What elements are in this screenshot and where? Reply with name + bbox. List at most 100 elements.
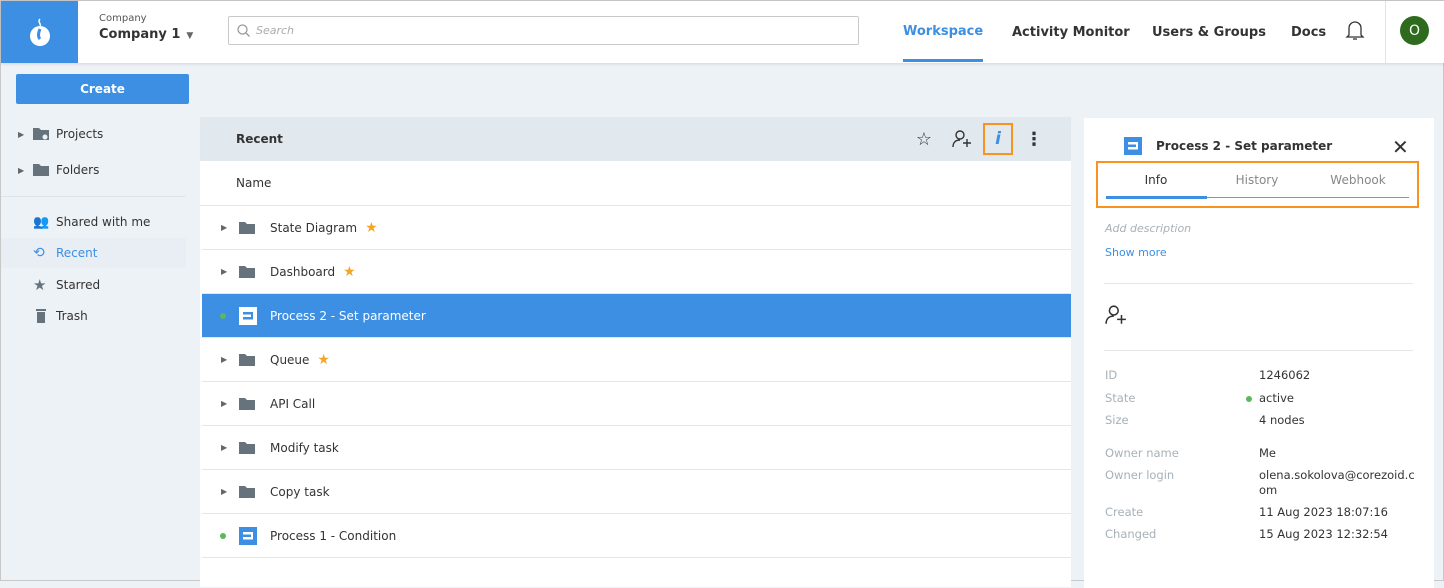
star-icon[interactable]: ★ (365, 220, 378, 236)
project-folder-icon (33, 128, 49, 140)
item-name: API Call (270, 396, 316, 411)
company-label: Company (99, 13, 147, 24)
info-panel: Process 2 - Set parameter ✕ Info History… (1084, 118, 1434, 588)
table-row[interactable]: ▶ Dashboard ★ (202, 250, 1071, 294)
divider (1, 196, 185, 197)
caret-right-icon[interactable]: ▶ (221, 443, 227, 452)
caret-right-icon[interactable]: ▶ (221, 487, 227, 496)
folder-icon (239, 265, 255, 278)
field-label: Changed (1105, 527, 1157, 541)
recent-list-panel: Recent ☆ i ⋮ Name ▶ State Diagram ★ ▶ Dashbo… (200, 117, 1071, 587)
status-dot (1246, 396, 1252, 402)
item-name: Process 1 - Condition (270, 528, 397, 543)
more-vertical-icon: ⋮ (1025, 128, 1043, 150)
caret-right-icon[interactable]: ▶ (18, 130, 24, 139)
avatar[interactable]: O (1400, 16, 1429, 45)
nav-users-groups[interactable]: Users & Groups (1152, 1, 1266, 63)
share-button[interactable] (945, 123, 979, 155)
table-row[interactable]: ▶ Queue ★ (202, 338, 1071, 382)
sidebar-item-label: Starred (56, 278, 101, 292)
sidebar-item-starred[interactable]: ★ Starred (1, 270, 186, 300)
caret-right-icon[interactable]: ▶ (221, 355, 227, 364)
divider (1385, 1, 1386, 63)
item-name: Dashboard (270, 264, 336, 279)
folder-icon (239, 441, 255, 454)
process-icon (1124, 137, 1142, 155)
nav-workspace[interactable]: Workspace (903, 1, 984, 62)
table-row[interactable]: Process 1 - Condition (202, 514, 1071, 558)
table-row[interactable]: ▶ Modify task (202, 426, 1071, 470)
add-user-icon[interactable] (1105, 305, 1127, 325)
folder-icon (239, 353, 255, 366)
chevron-down-icon: ▼ (186, 31, 194, 41)
field-value: active (1259, 391, 1294, 405)
search-icon (237, 24, 250, 37)
process-icon (239, 306, 257, 325)
favorite-button[interactable]: ☆ (907, 123, 941, 155)
folder-icon (33, 164, 49, 176)
field-label: Owner name (1105, 446, 1179, 460)
item-name: Modify task (270, 440, 339, 455)
caret-right-icon[interactable]: ▶ (18, 166, 24, 175)
field-value: 15 Aug 2023 12:32:54 (1259, 527, 1388, 541)
company-name: Company 1 (99, 27, 181, 42)
sidebar-item-recent[interactable]: ⟲ Recent (1, 238, 186, 268)
sidebar-item-folders[interactable]: ▶ Folders (1, 155, 186, 185)
sidebar-item-label: Projects (56, 127, 104, 141)
show-more-link[interactable]: Show more (1105, 246, 1167, 259)
table-row[interactable]: ▶ State Diagram ★ (202, 206, 1071, 250)
close-icon[interactable]: ✕ (1392, 135, 1409, 159)
caret-right-icon[interactable]: ▶ (221, 399, 227, 408)
folder-icon (239, 221, 255, 234)
search-placeholder: Search (256, 24, 295, 37)
sidebar-item-trash[interactable]: Trash (1, 301, 186, 331)
item-name: State Diagram (270, 220, 358, 235)
field-value: 4 nodes (1259, 413, 1305, 427)
nav-docs[interactable]: Docs (1291, 1, 1326, 63)
caret-right-icon[interactable]: ▶ (221, 267, 227, 276)
status-dot (220, 312, 226, 319)
field-label: ID (1105, 368, 1118, 382)
folder-icon (239, 485, 255, 498)
column-header-name[interactable]: Name (200, 161, 1071, 206)
field-label: State (1105, 391, 1136, 405)
history-icon: ⟲ (33, 245, 45, 261)
sidebar-item-shared[interactable]: 👥 Shared with me (1, 207, 186, 237)
table-row[interactable]: ▶ Copy task (202, 470, 1071, 514)
panel-title: Recent (236, 132, 283, 146)
star-icon[interactable]: ★ (317, 352, 330, 368)
description-input[interactable]: Add description (1105, 222, 1191, 235)
folder-icon (239, 397, 255, 410)
item-name: Queue (270, 352, 310, 367)
search-input[interactable]: Search (228, 16, 859, 45)
sidebar-item-label: Shared with me (56, 215, 151, 229)
add-user-icon (952, 130, 971, 148)
field-value: olena.sokolova@corezoid.com (1259, 468, 1415, 497)
tab-info[interactable]: Info (1106, 173, 1206, 187)
table-row[interactable]: Process 2 - Set parameter (202, 294, 1071, 338)
sidebar-item-label: Folders (56, 163, 100, 177)
process-icon (239, 526, 257, 545)
bell-icon[interactable] (1345, 19, 1365, 41)
more-menu-button[interactable]: ⋮ (1017, 123, 1051, 155)
sidebar-item-projects[interactable]: ▶ Projects (1, 119, 186, 149)
tab-webhook[interactable]: Webhook (1308, 173, 1408, 187)
top-header: Company Company 1 ▼ Search Workspace Acti… (1, 1, 1444, 63)
field-label: Create (1105, 505, 1144, 519)
caret-right-icon[interactable]: ▶ (221, 223, 227, 232)
star-icon: ★ (33, 276, 47, 294)
table-row[interactable]: ▶ API Call (202, 382, 1071, 426)
nav-activity-monitor[interactable]: Activity Monitor (1012, 1, 1130, 63)
field-label: Size (1105, 413, 1129, 427)
status-dot (220, 532, 226, 539)
tab-history[interactable]: History (1207, 173, 1307, 187)
item-name: Process 2 - Set parameter (270, 308, 426, 323)
sidebar-item-label: Recent (56, 246, 98, 260)
app-logo[interactable] (1, 1, 78, 63)
info-button[interactable]: i (983, 123, 1013, 155)
star-outline-icon: ☆ (915, 128, 933, 150)
star-icon[interactable]: ★ (343, 264, 356, 280)
item-name: Copy task (270, 484, 330, 499)
company-selector[interactable]: Company Company 1 ▼ (99, 13, 193, 42)
create-button[interactable]: Create (16, 74, 189, 104)
